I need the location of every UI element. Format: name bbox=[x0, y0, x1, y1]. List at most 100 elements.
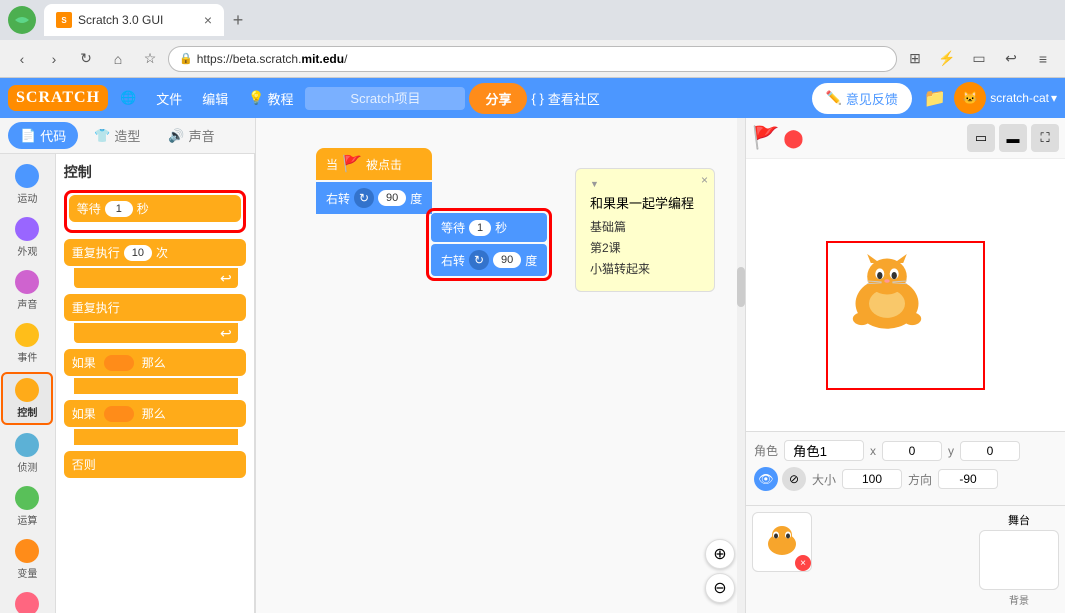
feedback-button[interactable]: ✏️ 意见反馈 bbox=[812, 83, 912, 114]
sprite-name-input[interactable] bbox=[784, 440, 864, 461]
more-button[interactable]: ≡ bbox=[1029, 45, 1057, 73]
language-menu[interactable]: 🌐 bbox=[112, 86, 144, 110]
category-control[interactable]: 控制 bbox=[1, 372, 53, 425]
forever-block[interactable]: 重复执行 bbox=[64, 294, 246, 321]
sound-label: 声音 bbox=[17, 296, 37, 311]
undo-button[interactable]: ↩ bbox=[997, 45, 1025, 73]
else-block[interactable]: 否则 bbox=[64, 451, 246, 478]
category-custom[interactable]: 自制积木 bbox=[1, 588, 53, 613]
browser-right-controls: ⊞ ⚡ ▭ ↩ ≡ bbox=[901, 45, 1057, 73]
user-menu[interactable]: scratch-cat ▾ bbox=[990, 91, 1057, 105]
turn-value2[interactable]: 90 bbox=[493, 252, 521, 268]
size-value: 100 bbox=[842, 469, 902, 489]
category-variables[interactable]: 变量 bbox=[1, 535, 53, 584]
sound-tab[interactable]: 🔊 声音 bbox=[156, 122, 226, 149]
repeat-block[interactable]: 重复执行 10 次 bbox=[64, 239, 246, 266]
code-tab[interactable]: 📄 代码 bbox=[8, 122, 78, 149]
feedback-label: 意见反馈 bbox=[846, 89, 898, 108]
category-motion[interactable]: 运动 bbox=[1, 160, 53, 209]
tooltip-title: 和果果一起学编程 bbox=[590, 193, 700, 212]
wait-unit: 秒 bbox=[137, 200, 149, 217]
tooltip-item-2[interactable]: 第2课 bbox=[590, 239, 700, 256]
workspace[interactable]: 当 🚩 被点击 右转 ↻ 90 度 等待 bbox=[256, 118, 745, 613]
wait-canvas-block[interactable]: 等待 1 秒 bbox=[431, 213, 547, 242]
tabs-bar: 📄 代码 👕 造型 🔊 声音 bbox=[0, 118, 255, 154]
cat-sprite[interactable] bbox=[842, 254, 932, 334]
tooltip-item-3[interactable]: 小猫转起来 bbox=[590, 260, 700, 277]
x-value: 0 bbox=[882, 441, 942, 461]
lightning-button[interactable]: ⚡ bbox=[933, 45, 961, 73]
stage-thumb[interactable] bbox=[979, 530, 1059, 590]
control-label: 控制 bbox=[17, 404, 37, 419]
category-sound[interactable]: 声音 bbox=[1, 266, 53, 315]
folder-button[interactable]: 📁 bbox=[924, 88, 946, 109]
tab-favicon: S bbox=[56, 12, 72, 28]
wait-block[interactable]: 等待 1 秒 bbox=[69, 195, 241, 222]
file-menu[interactable]: 文件 bbox=[148, 85, 190, 112]
normal-stage-button[interactable]: ▬ bbox=[999, 124, 1027, 152]
extensions-button[interactable]: ⊞ bbox=[901, 45, 929, 73]
edit-menu[interactable]: 编辑 bbox=[194, 85, 236, 112]
ssl-icon: 🔒 bbox=[179, 52, 193, 65]
wait-value[interactable]: 1 bbox=[105, 201, 133, 217]
tutorial-menu[interactable]: 💡 教程 bbox=[240, 85, 301, 112]
when-flag-block[interactable]: 当 🚩 被点击 右转 ↻ 90 度 bbox=[316, 148, 432, 214]
costume-tab-label: 造型 bbox=[114, 126, 140, 145]
if-else-body bbox=[74, 429, 238, 445]
repeat-value[interactable]: 10 bbox=[124, 245, 152, 261]
turn-canvas-block2[interactable]: 右转 ↻ 90 度 bbox=[431, 244, 547, 276]
sprite-thumb-1[interactable]: × bbox=[752, 512, 812, 572]
costume-tab[interactable]: 👕 造型 bbox=[82, 122, 152, 149]
if-block[interactable]: 如果 那么 bbox=[64, 349, 246, 376]
tablet-button[interactable]: ▭ bbox=[965, 45, 993, 73]
tutorial-label: 教程 bbox=[267, 89, 293, 108]
category-events[interactable]: 事件 bbox=[1, 319, 53, 368]
user-avatar[interactable]: 🐱 bbox=[954, 82, 986, 114]
refresh-button[interactable]: ↻ bbox=[72, 45, 100, 73]
address-bar[interactable]: 🔒 https://beta.scratch.mit.edu/ bbox=[168, 46, 897, 72]
stop-button[interactable]: ⬤ bbox=[783, 128, 803, 149]
zoom-in-button[interactable]: ⊕ bbox=[705, 539, 735, 569]
forward-button[interactable]: › bbox=[40, 45, 68, 73]
custom-dot bbox=[15, 592, 39, 613]
home-button[interactable]: ⌂ bbox=[104, 45, 132, 73]
fullscreen-button[interactable]: ⛶ bbox=[1031, 124, 1059, 152]
show-icon[interactable]: 👁 bbox=[754, 467, 778, 491]
share-button[interactable]: 分享 bbox=[469, 83, 527, 114]
category-sensing[interactable]: 侦测 bbox=[1, 429, 53, 478]
wait-canvas-label: 等待 bbox=[441, 219, 465, 236]
x-label: x bbox=[870, 444, 876, 458]
scrollbar-thumb[interactable] bbox=[737, 267, 745, 307]
stage-area: 🚩 ⬤ ▭ ▬ ⛶ bbox=[745, 118, 1065, 613]
when-flag-hat: 当 🚩 被点击 bbox=[316, 148, 432, 180]
left-panel: 📄 代码 👕 造型 🔊 声音 运动 bbox=[0, 118, 256, 613]
scratch-logo[interactable]: SCRATCH bbox=[8, 85, 108, 111]
new-tab-button[interactable]: + bbox=[224, 6, 252, 34]
category-looks[interactable]: 外观 bbox=[1, 213, 53, 262]
turn-value[interactable]: 90 bbox=[378, 190, 406, 206]
tooltip-item-1[interactable]: 基础篇 bbox=[590, 218, 700, 235]
hide-icon[interactable]: ⊘ bbox=[782, 467, 806, 491]
green-flag-button[interactable]: 🚩 bbox=[752, 125, 779, 151]
tab-close-button[interactable]: × bbox=[204, 12, 212, 28]
project-name-input[interactable] bbox=[305, 87, 465, 110]
remove-sprite-button[interactable]: × bbox=[795, 555, 811, 571]
blocks-panel: 控制 等待 1 秒 重复执行 10 次 bbox=[56, 154, 255, 613]
zoom-controls: ⊕ ⊖ bbox=[705, 539, 735, 603]
tab-bar: S Scratch 3.0 GUI × + bbox=[0, 0, 1065, 40]
zoom-out-button[interactable]: ⊖ bbox=[705, 573, 735, 603]
active-tab[interactable]: S Scratch 3.0 GUI × bbox=[44, 4, 224, 36]
small-stage-button[interactable]: ▭ bbox=[967, 124, 995, 152]
bookmark-button[interactable]: ☆ bbox=[136, 45, 164, 73]
turn-block-canvas[interactable]: 右转 ↻ 90 度 bbox=[316, 182, 432, 214]
community-button[interactable]: { } 查看社区 bbox=[531, 89, 599, 108]
wait-block-highlight: 等待 1 秒 bbox=[64, 190, 246, 233]
back-button[interactable]: ‹ bbox=[8, 45, 36, 73]
vertical-scrollbar[interactable] bbox=[737, 118, 745, 613]
category-operators[interactable]: 运算 bbox=[1, 482, 53, 531]
if-else-block[interactable]: 如果 那么 bbox=[64, 400, 246, 427]
wait-label: 等待 bbox=[77, 200, 101, 217]
tooltip-close-button[interactable]: × bbox=[701, 173, 708, 187]
wait-canvas-value[interactable]: 1 bbox=[469, 220, 491, 236]
direction-value: -90 bbox=[938, 469, 998, 489]
